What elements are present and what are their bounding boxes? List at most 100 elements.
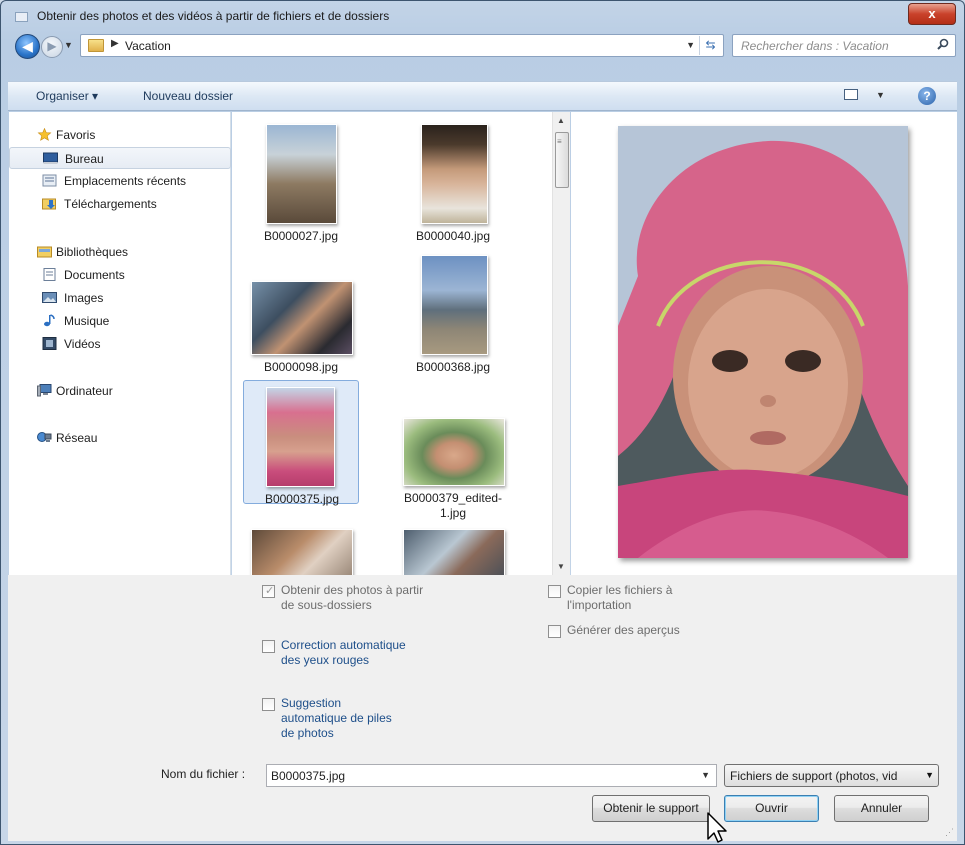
forward-arrow-icon[interactable]: ▶ (41, 36, 63, 58)
photo-thumbnail (251, 281, 353, 355)
resize-grip-icon[interactable]: ⋰ (945, 827, 954, 838)
sidebar-item-recent[interactable]: Emplacements récents (9, 170, 231, 192)
options-panel: ✓ Obtenir des photos à partir de sous-do… (8, 575, 957, 843)
file-item[interactable]: B0000098.jpg (243, 249, 359, 374)
sidebar-label-desktop: Bureau (65, 152, 104, 166)
file-item[interactable]: B0000027.jpg (243, 118, 359, 243)
mouse-pointer-icon (707, 812, 727, 843)
back-arrow-icon[interactable]: ◀ (15, 34, 40, 59)
title-bar[interactable]: Obtenir des photos et des vidéos à parti… (1, 1, 964, 31)
sidebar-item-favorites[interactable]: Favoris (9, 124, 231, 146)
breadcrumb-folder[interactable]: Vacation (125, 39, 171, 53)
stacks-label: Suggestion automatique de piles de photo… (281, 696, 392, 740)
sidebar-label-downloads: Téléchargements (64, 197, 157, 211)
sidebar-label-computer: Ordinateur (56, 384, 113, 398)
libraries-icon (37, 246, 52, 258)
pictures-icon (42, 292, 57, 303)
open-button[interactable]: Ouvrir (724, 795, 819, 822)
address-dropdown-icon[interactable]: ▼ (686, 40, 695, 50)
previews-label: Générer des aperçus (567, 623, 680, 637)
filename-label: Nom du fichier : (161, 767, 246, 781)
file-item[interactable] (395, 511, 511, 575)
scroll-down-arrow-icon[interactable]: ▼ (557, 562, 565, 571)
sidebar-label-recent: Emplacements récents (64, 174, 187, 188)
file-item[interactable]: B0000379_edited-1.jpg (395, 380, 511, 520)
breadcrumb-chevron-icon[interactable]: ▶ (111, 38, 119, 49)
window-title: Obtenir des photos et des vidéos à parti… (37, 9, 390, 23)
file-list: B0000027.jpg B0000040.jpg B0000098.jpg B… (232, 112, 552, 575)
search-input[interactable]: Rechercher dans : Vacation (741, 39, 889, 53)
sidebar-label-documents: Documents (64, 268, 125, 282)
search-icon[interactable] (937, 38, 949, 50)
documents-icon (43, 268, 56, 281)
cancel-button[interactable]: Annuler (834, 795, 929, 822)
sidebar-label-favorites: Favoris (56, 128, 96, 142)
sidebar-label-network: Réseau (56, 431, 98, 445)
previews-checkbox[interactable] (548, 625, 561, 638)
get-media-button[interactable]: Obtenir le support (592, 795, 710, 822)
navigation-bar: ◀ ▶ ▼ ▶ Vacation ▼ ⇆ Rechercher dans : V… (8, 31, 957, 61)
red-eye-label: Correction automatique des yeux rouges (281, 638, 406, 667)
file-item[interactable]: B0000040.jpg (395, 118, 511, 243)
command-bar: Organiser ▾ Nouveau dossier ▼ ? (8, 81, 957, 111)
file-name: B0000040.jpg (415, 229, 491, 243)
new-folder-button[interactable]: Nouveau dossier (143, 89, 233, 103)
sidebar-item-computer[interactable]: Ordinateur (9, 380, 231, 402)
history-dropdown-icon[interactable]: ▼ (64, 40, 73, 50)
sidebar-label-images: Images (64, 291, 104, 305)
refresh-icon[interactable]: ⇆ (699, 36, 721, 55)
subfolders-label: Obtenir des photos à partir de sous-doss… (281, 583, 424, 612)
network-icon (37, 432, 52, 442)
red-eye-checkbox[interactable] (262, 640, 275, 653)
view-options-icon[interactable] (844, 89, 858, 100)
sidebar-item-libraries[interactable]: Bibliothèques (9, 241, 231, 263)
stacks-checkbox[interactable] (262, 698, 275, 711)
file-name: B0000027.jpg (263, 229, 339, 243)
file-item[interactable]: B0000368.jpg (395, 249, 511, 374)
music-note-icon (44, 314, 55, 327)
preview-pane (571, 112, 957, 575)
sidebar-item-network[interactable]: Réseau (9, 427, 231, 449)
preview-photo (618, 126, 908, 558)
sidebar-item-videos[interactable]: Vidéos (9, 333, 231, 355)
photo-thumbnail (266, 387, 335, 487)
search-box[interactable]: Rechercher dans : Vacation (732, 34, 956, 57)
sidebar-item-documents[interactable]: Documents (9, 264, 231, 286)
file-name: B0000098.jpg (263, 360, 339, 374)
film-icon (42, 337, 57, 350)
sidebar-label-music: Musique (64, 314, 110, 328)
filename-dropdown-icon[interactable]: ▼ (701, 770, 710, 780)
downloads-folder-icon (42, 198, 56, 210)
organize-menu[interactable]: Organiser ▾ (36, 89, 98, 103)
file-list-scrollbar[interactable]: ▲ ≡ ▼ (552, 112, 570, 575)
filename-field[interactable]: B0000375.jpg ▼ (266, 764, 717, 787)
sidebar-item-downloads[interactable]: Téléchargements (9, 193, 231, 215)
view-dropdown-icon[interactable]: ▼ (876, 90, 885, 100)
copy-files-checkbox[interactable] (548, 585, 561, 598)
file-type-select[interactable]: Fichiers de support (photos, vid ▼ (724, 764, 939, 787)
close-button[interactable]: x (908, 3, 956, 25)
sidebar-item-images[interactable]: Images (9, 287, 231, 309)
scroll-up-arrow-icon[interactable]: ▲ (557, 116, 565, 125)
folder-icon (88, 39, 104, 52)
subfolders-checkbox[interactable]: ✓ (262, 585, 275, 598)
address-bar[interactable]: ▶ Vacation ▼ ⇆ (80, 34, 724, 57)
filename-value[interactable]: B0000375.jpg (271, 769, 345, 783)
file-open-dialog: Obtenir des photos et des vidéos à parti… (0, 0, 965, 845)
photo-thumbnail (403, 418, 505, 486)
sidebar-item-music[interactable]: Musique (9, 310, 231, 332)
sidebar-label-libraries: Bibliothèques (56, 245, 129, 259)
photo-thumbnail (266, 124, 337, 224)
star-icon (37, 128, 52, 141)
file-type-dropdown-icon[interactable]: ▼ (925, 770, 934, 780)
file-name: B0000375.jpg (264, 492, 340, 506)
navigation-pane: Favoris Bureau Emplacements récents Télé… (9, 112, 231, 575)
file-item[interactable] (243, 511, 359, 575)
desktop-icon (43, 152, 58, 164)
file-item-selected[interactable]: B0000375.jpg (243, 380, 359, 506)
photo-thumbnail (421, 124, 488, 224)
help-icon[interactable]: ? (918, 87, 936, 105)
photo-thumbnail (403, 529, 505, 575)
sidebar-item-desktop[interactable]: Bureau (9, 147, 231, 169)
file-name: B0000368.jpg (415, 360, 491, 374)
